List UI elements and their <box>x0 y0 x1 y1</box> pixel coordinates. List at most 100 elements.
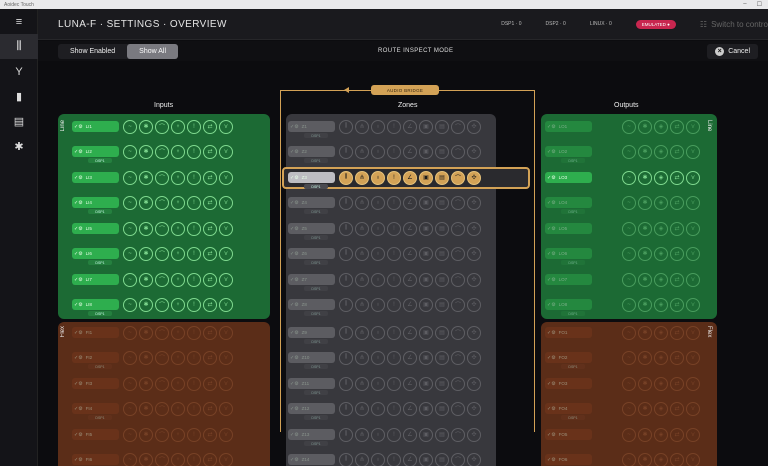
zone-dsp-icon[interactable]: ! <box>387 221 401 236</box>
zone-dsp-icon[interactable]: ⋔ <box>355 119 369 134</box>
input-channel-button[interactable]: ✓⚙ LI8 <box>72 299 119 310</box>
input-channel-button[interactable]: ✓⚙ FI6 <box>72 454 119 465</box>
zone-dsp-icon[interactable]: ♁ <box>371 350 385 365</box>
zone-channel-button[interactable]: ✓⚙ Z5 <box>288 223 335 234</box>
output-dsp-icon[interactable]: ⇄ <box>670 401 684 416</box>
zone-dsp-icon[interactable]: ∠ <box>403 350 417 365</box>
input-dsp-icon[interactable]: ⇄ <box>203 195 217 210</box>
zone-dsp-icon[interactable]: ⌒ <box>451 297 465 312</box>
zone-dsp-icon[interactable]: ⌒ <box>451 401 465 416</box>
zone-dsp-icon[interactable]: ✣ <box>467 246 481 261</box>
output-dsp-icon[interactable]: ~ <box>622 427 636 442</box>
calendar-icon[interactable]: ▤ <box>0 109 38 134</box>
zone-dsp-icon[interactable]: ▣ <box>419 452 433 466</box>
output-dsp-icon[interactable]: ⇄ <box>670 170 684 185</box>
zone-dsp-icon[interactable]: ⌒ <box>451 350 465 365</box>
input-channel-button[interactable]: ✓⚙ LI6 <box>72 248 119 259</box>
output-dsp-icon[interactable]: ✱ <box>638 325 652 340</box>
input-dsp-icon[interactable]: ⇄ <box>203 350 217 365</box>
output-dsp-icon[interactable]: ~ <box>622 246 636 261</box>
input-dsp-icon[interactable]: ✱ <box>139 297 153 312</box>
input-dsp-icon[interactable]: ⋎ <box>219 272 233 287</box>
input-dsp-icon[interactable]: ⋎ <box>219 144 233 159</box>
zone-dsp-icon[interactable]: ♁ <box>371 401 385 416</box>
input-dsp-icon[interactable]: ⌒ <box>155 350 169 365</box>
output-dsp-icon[interactable]: ⋎ <box>686 246 700 261</box>
zone-dsp-icon[interactable]: ▣ <box>419 297 433 312</box>
zone-dsp-icon[interactable]: ∠ <box>403 272 417 287</box>
output-dsp-icon[interactable]: ◈ <box>654 401 668 416</box>
output-channel-button[interactable]: ✓⚙ FO3 <box>545 378 592 389</box>
output-dsp-icon[interactable]: ◈ <box>654 376 668 391</box>
input-dsp-icon[interactable]: ♆ <box>171 272 185 287</box>
input-dsp-icon[interactable]: ♆ <box>171 144 185 159</box>
input-dsp-icon[interactable]: ⋎ <box>219 246 233 261</box>
output-channel-button[interactable]: ✓⚙ FO2 <box>545 352 592 363</box>
zone-dsp-icon[interactable]: ♁ <box>371 221 385 236</box>
input-dsp-icon[interactable]: ♆ <box>171 297 185 312</box>
input-dsp-icon[interactable]: ✱ <box>139 401 153 416</box>
zone-dsp-icon[interactable]: ! <box>387 297 401 312</box>
output-channel-button[interactable]: ✓⚙ LO1 <box>545 121 592 132</box>
input-dsp-icon[interactable]: ♆ <box>171 170 185 185</box>
input-dsp-icon[interactable]: ✱ <box>139 452 153 466</box>
output-dsp-icon[interactable]: ✱ <box>638 452 652 466</box>
input-dsp-icon[interactable]: ⋎ <box>219 119 233 134</box>
input-channel-button[interactable]: ✓⚙ LI3 <box>72 172 119 183</box>
output-dsp-icon[interactable]: ⋎ <box>686 297 700 312</box>
zone-dsp-icon[interactable]: ∠ <box>403 170 417 185</box>
zone-dsp-icon[interactable]: ⫼ <box>339 376 353 391</box>
output-dsp-icon[interactable]: ✱ <box>638 195 652 210</box>
input-dsp-icon[interactable]: ! <box>187 452 201 466</box>
zone-dsp-icon[interactable]: ▣ <box>419 272 433 287</box>
zone-dsp-icon[interactable]: ⋔ <box>355 401 369 416</box>
zone-dsp-icon[interactable]: ⫼ <box>339 195 353 210</box>
zone-dsp-icon[interactable]: ! <box>387 144 401 159</box>
output-dsp-icon[interactable]: ⇄ <box>670 195 684 210</box>
zone-dsp-icon[interactable]: ⫼ <box>339 119 353 134</box>
input-dsp-icon[interactable]: ⌒ <box>155 195 169 210</box>
zone-dsp-icon[interactable]: ⋔ <box>355 221 369 236</box>
input-dsp-icon[interactable]: ~ <box>123 246 137 261</box>
output-dsp-icon[interactable]: ⇄ <box>670 272 684 287</box>
input-dsp-icon[interactable]: ! <box>187 170 201 185</box>
output-channel-button[interactable]: ✓⚙ LO7 <box>545 274 592 285</box>
zone-dsp-icon[interactable]: ⌒ <box>451 452 465 466</box>
input-dsp-icon[interactable]: ✱ <box>139 144 153 159</box>
input-dsp-icon[interactable]: ⇄ <box>203 376 217 391</box>
output-dsp-icon[interactable]: ~ <box>622 350 636 365</box>
output-dsp-icon[interactable]: ⇄ <box>670 144 684 159</box>
zone-dsp-icon[interactable]: ✣ <box>467 452 481 466</box>
zone-dsp-icon[interactable]: ▤ <box>435 452 449 466</box>
zone-dsp-icon[interactable]: ✣ <box>467 221 481 236</box>
zone-dsp-icon[interactable]: ! <box>387 119 401 134</box>
zone-dsp-icon[interactable]: ! <box>387 272 401 287</box>
zone-dsp-icon[interactable]: ∠ <box>403 452 417 466</box>
output-dsp-icon[interactable]: ~ <box>622 297 636 312</box>
input-dsp-icon[interactable]: ✱ <box>139 427 153 442</box>
zone-dsp-icon[interactable]: ! <box>387 170 401 185</box>
input-dsp-icon[interactable]: ⇄ <box>203 297 217 312</box>
input-dsp-icon[interactable]: ! <box>187 350 201 365</box>
zone-dsp-icon[interactable]: ▤ <box>435 376 449 391</box>
zone-dsp-icon[interactable]: ▣ <box>419 427 433 442</box>
zone-dsp-icon[interactable]: ∠ <box>403 427 417 442</box>
output-dsp-icon[interactable]: ◈ <box>654 195 668 210</box>
output-dsp-icon[interactable]: ⇄ <box>670 376 684 391</box>
input-dsp-icon[interactable]: ⌒ <box>155 119 169 134</box>
output-dsp-icon[interactable]: ◈ <box>654 325 668 340</box>
zone-channel-button[interactable]: ✓⚙ Z1 <box>288 121 335 132</box>
zone-dsp-icon[interactable]: ⌒ <box>451 195 465 210</box>
zone-dsp-icon[interactable]: ! <box>387 376 401 391</box>
input-channel-button[interactable]: ✓⚙ LI1 <box>72 121 119 132</box>
output-dsp-icon[interactable]: ~ <box>622 144 636 159</box>
zone-dsp-icon[interactable]: ⫼ <box>339 221 353 236</box>
input-dsp-icon[interactable]: ⇄ <box>203 246 217 261</box>
output-dsp-icon[interactable]: ◈ <box>654 427 668 442</box>
input-dsp-icon[interactable]: ♆ <box>171 246 185 261</box>
input-dsp-icon[interactable]: ⌒ <box>155 272 169 287</box>
zone-dsp-icon[interactable]: ♁ <box>371 376 385 391</box>
show-all-button[interactable]: Show All <box>127 43 179 59</box>
input-dsp-icon[interactable]: ✱ <box>139 119 153 134</box>
filter-icon[interactable]: Y <box>0 59 38 84</box>
